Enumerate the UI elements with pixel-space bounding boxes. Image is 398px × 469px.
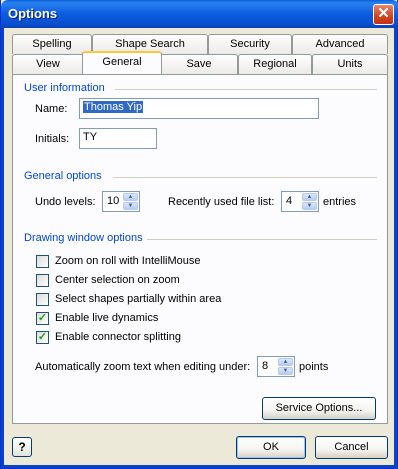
drawing-options-heading: Drawing window options (24, 232, 143, 244)
checkmark-icon: ✓ (37, 331, 48, 343)
undo-levels-value: 10 (107, 195, 120, 207)
close-icon: ✕ (377, 5, 390, 22)
auto-zoom-spinner[interactable]: 8 ▲ ▼ (257, 356, 295, 377)
user-information-heading: User information (24, 82, 105, 94)
checkmark-icon: ✓ (37, 312, 48, 324)
window-title: Options (8, 6, 58, 21)
tab-advanced[interactable]: Advanced (292, 34, 388, 54)
checkbox-center-selection[interactable] (36, 274, 49, 287)
zoom-on-roll-label[interactable]: Zoom on roll with IntelliMouse (55, 255, 201, 267)
spin-down-icon[interactable]: ▼ (278, 367, 293, 375)
recent-files-value: 4 (286, 195, 293, 207)
tab-regional[interactable]: Regional (238, 54, 312, 74)
general-options-heading: General options (24, 170, 102, 182)
auto-zoom-value: 8 (262, 360, 269, 372)
tab-save[interactable]: Save (160, 54, 238, 74)
auto-zoom-label: Automatically zoom text when editing und… (35, 361, 251, 373)
select-partial-label[interactable]: Select shapes partially within area (55, 293, 221, 305)
tab-units[interactable]: Units (312, 54, 388, 74)
checkbox-select-partial[interactable] (36, 293, 49, 306)
spin-down-icon[interactable]: ▼ (123, 202, 138, 210)
points-label: points (299, 361, 329, 373)
name-field[interactable]: Thomas Yip (79, 98, 319, 119)
recent-files-label: Recently used file list: (168, 196, 275, 208)
checkbox-live-dynamics[interactable]: ✓ (36, 312, 49, 325)
spinner-arrows[interactable]: ▲ ▼ (278, 358, 293, 375)
title-bar[interactable]: Options ✕ (1, 0, 398, 28)
help-button[interactable]: ? (12, 437, 32, 457)
spin-up-icon[interactable]: ▲ (302, 193, 317, 201)
spin-up-icon[interactable]: ▲ (278, 358, 293, 366)
options-dialog: Options ✕ Spelling Shape Search Security… (0, 0, 398, 469)
tab-security[interactable]: Security (208, 34, 292, 54)
checkbox-zoom-on-roll[interactable] (36, 255, 49, 268)
close-button[interactable]: ✕ (373, 4, 394, 25)
spinner-arrows[interactable]: ▲ ▼ (123, 193, 138, 210)
general-tab-panel: User information Name: Thomas Yip Initia… (12, 74, 388, 424)
window-frame-bottom (1, 465, 398, 468)
initials-field[interactable]: TY (79, 128, 157, 149)
spin-down-icon[interactable]: ▼ (302, 202, 317, 210)
group-divider (147, 239, 377, 240)
ok-button[interactable]: OK (236, 436, 306, 459)
entries-label: entries (323, 196, 357, 208)
center-selection-label[interactable]: Center selection on zoom (55, 274, 180, 286)
spin-up-icon[interactable]: ▲ (123, 193, 138, 201)
help-icon: ? (18, 440, 26, 454)
undo-levels-spinner[interactable]: 10 ▲ ▼ (102, 191, 140, 212)
group-divider (113, 177, 377, 178)
name-field-value: Thomas Yip (83, 101, 144, 113)
spinner-arrows[interactable]: ▲ ▼ (302, 193, 317, 210)
checkbox-connector-splitting[interactable]: ✓ (36, 331, 49, 344)
tab-general[interactable]: General (82, 51, 162, 74)
name-label: Name: (35, 103, 68, 115)
live-dynamics-label[interactable]: Enable live dynamics (55, 312, 158, 324)
undo-levels-label: Undo levels: (35, 196, 96, 208)
initials-label: Initials: (35, 133, 70, 145)
connector-splitting-label[interactable]: Enable connector splitting (55, 331, 181, 343)
window-frame-right (394, 28, 397, 469)
window-frame-left (1, 28, 4, 469)
tab-view[interactable]: View (12, 54, 84, 74)
cancel-button[interactable]: Cancel (315, 436, 388, 459)
recent-files-spinner[interactable]: 4 ▲ ▼ (281, 191, 319, 212)
group-divider (115, 89, 377, 90)
tab-spelling[interactable]: Spelling (12, 34, 92, 54)
service-options-button[interactable]: Service Options... (262, 397, 376, 420)
